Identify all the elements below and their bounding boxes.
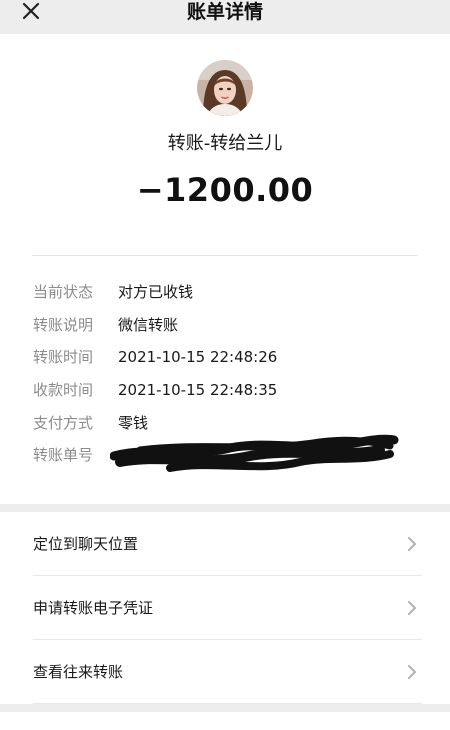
- detail-label: 支付方式: [33, 414, 94, 432]
- detail-label: 转账时间: [33, 348, 94, 366]
- divider: [32, 255, 418, 256]
- redaction-scribble: [110, 434, 399, 472]
- chevron-right-icon: [408, 537, 416, 551]
- request-e-receipt-button[interactable]: 申请转账电子凭证: [0, 576, 450, 640]
- divider: [33, 703, 422, 704]
- transaction-headline: 转账-转给兰儿: [167, 133, 283, 154]
- detail-label: 收款时间: [33, 381, 94, 399]
- locate-chat-button[interactable]: 定位到聊天位置: [0, 512, 450, 576]
- detail-label: 当前状态: [33, 283, 94, 301]
- bill-detail-page: 账单详情 转账-转给兰儿 −1200.00 当前状态 对方已收钱 转账说明 微信…: [0, 0, 450, 730]
- detail-value: 对方已收钱: [118, 283, 194, 301]
- chevron-right-icon: [408, 665, 416, 679]
- detail-label: 转账单号: [33, 446, 94, 464]
- action-list: 定位到聊天位置 申请转账电子凭证 查看往来转账: [0, 512, 450, 704]
- detail-value: 2021-10-15 22:48:26: [118, 348, 278, 366]
- transaction-card: 转账-转给兰儿 −1200.00 当前状态 对方已收钱 转账说明 微信转账 转账…: [0, 34, 450, 504]
- action-label: 申请转账电子凭证: [33, 599, 154, 617]
- action-label: 查看往来转账: [33, 663, 124, 681]
- detail-value: 微信转账: [118, 316, 179, 334]
- view-transfer-history-button[interactable]: 查看往来转账: [0, 640, 450, 704]
- chevron-right-icon: [408, 601, 416, 615]
- bottom-section: [0, 712, 450, 730]
- transaction-amount: −1200.00: [136, 171, 314, 209]
- nav-bar: 账单详情: [0, 0, 450, 34]
- action-label: 定位到聊天位置: [33, 535, 139, 553]
- detail-value: 2021-10-15 22:48:35: [118, 381, 278, 399]
- detail-label: 转账说明: [33, 316, 94, 334]
- page-title: 账单详情: [186, 1, 263, 23]
- avatar: [197, 60, 253, 116]
